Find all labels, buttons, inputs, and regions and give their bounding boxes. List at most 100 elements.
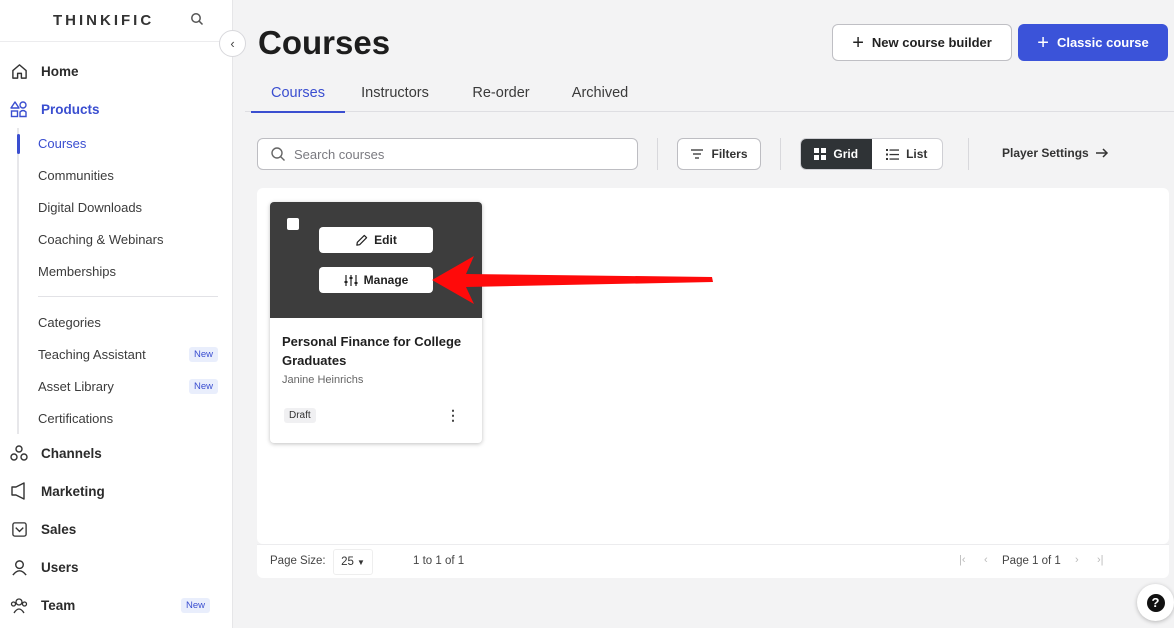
caret-down-icon: ▼ — [356, 557, 365, 567]
sidebar-subitem-courses[interactable]: Courses — [17, 128, 232, 160]
sidebar-subitem-teaching-assistant[interactable]: Teaching Assistant New — [17, 339, 232, 371]
course-card[interactable]: Edit Manage Personal Finance for College… — [270, 202, 482, 443]
button-label: Grid — [833, 147, 859, 161]
page-size-value: 25 — [341, 556, 354, 568]
sidebar-item-label: Marketing — [41, 483, 105, 499]
sidebar-collapse-button[interactable]: ‹ — [219, 30, 246, 57]
sidebar-item-label: Home — [41, 63, 79, 79]
button-label: List — [906, 147, 928, 161]
sidebar-item-channels[interactable]: Channels — [0, 434, 232, 472]
sidebar-item-label: Sales — [41, 521, 77, 537]
sidebar-item-label: Products — [41, 101, 100, 117]
course-select-checkbox[interactable] — [287, 218, 299, 230]
sidebar-item-home[interactable]: Home — [0, 52, 232, 90]
more-options-icon[interactable]: ⋮ — [446, 406, 460, 424]
view-toggle: Grid List — [800, 138, 943, 170]
sidebar-item-label: Users — [41, 559, 79, 575]
new-badge: New — [188, 378, 218, 394]
home-icon — [10, 62, 28, 80]
arrow-right-icon — [1095, 148, 1108, 158]
page-size-label: Page Size: — [270, 555, 326, 567]
user-icon — [10, 558, 28, 576]
sidebar-subitem-communities[interactable]: Communities — [17, 160, 232, 192]
sidebar-subitem-label: Asset Library — [38, 378, 114, 394]
sidebar-subitem-categories[interactable]: Categories — [17, 307, 232, 339]
pagination-bar: Page Size: 25 ▼ 1 to 1 of 1 |‹ ‹ Page 1 … — [257, 544, 1169, 578]
grid-icon — [814, 148, 827, 160]
classic-course-button[interactable]: + Classic course — [1018, 24, 1168, 61]
sidebar-item-sales[interactable]: Sales — [0, 510, 232, 548]
new-badge: New — [188, 347, 218, 363]
sidebar: THINKIFIC Home Products Courses Communit… — [0, 0, 233, 628]
annotation-arrow — [432, 256, 713, 304]
marketing-icon — [10, 482, 28, 500]
plus-icon: + — [1037, 31, 1049, 54]
page-info: Page 1 of 1 — [1002, 555, 1061, 567]
course-title[interactable]: Personal Finance for College Graduates — [282, 332, 472, 370]
sidebar-subitem-memberships[interactable]: Memberships — [17, 255, 232, 287]
button-label: Edit — [374, 233, 397, 247]
pencil-icon — [356, 234, 368, 246]
brand-header: THINKIFIC — [0, 0, 232, 42]
sidebar-item-label: Channels — [41, 445, 102, 461]
tab-re-order[interactable]: Re-order — [459, 74, 543, 112]
brand-logo: THINKIFIC — [53, 12, 155, 29]
search-icon[interactable] — [190, 12, 204, 26]
new-badge: New — [181, 597, 211, 613]
first-page-icon[interactable]: |‹ — [959, 554, 966, 566]
status-badge: Draft — [284, 408, 316, 423]
sidebar-subitem-label: Teaching Assistant — [38, 347, 146, 363]
team-icon — [10, 596, 28, 614]
manage-button[interactable]: Manage — [319, 267, 433, 293]
sidebar-item-label: Team — [41, 597, 76, 613]
products-subnav: Courses Communities Digital Downloads Co… — [17, 128, 232, 435]
page-size-select[interactable]: 25 ▼ — [333, 549, 373, 575]
toolbar-divider — [780, 138, 781, 170]
course-author: Janine Heinrichs — [282, 374, 364, 386]
button-label: Classic course — [1056, 35, 1149, 50]
subnav-divider — [17, 287, 232, 307]
chevron-left-icon: ‹ — [230, 36, 235, 51]
sidebar-subitem-asset-library[interactable]: Asset Library New — [17, 371, 232, 403]
button-label: New course builder — [871, 35, 992, 50]
tab-instructors[interactable]: Instructors — [348, 74, 442, 112]
new-course-builder-button[interactable]: + New course builder — [832, 24, 1012, 61]
plus-icon: + — [852, 31, 864, 54]
prev-page-icon[interactable]: ‹ — [984, 554, 988, 566]
list-view-button[interactable]: List — [872, 139, 943, 169]
sidebar-item-users[interactable]: Users — [0, 548, 232, 586]
sidebar-item-products[interactable]: Products — [0, 90, 232, 128]
record-range: 1 to 1 of 1 — [413, 555, 465, 567]
toolbar-divider — [657, 138, 658, 170]
next-page-icon[interactable]: › — [1075, 554, 1079, 566]
question-icon: ? — [1146, 593, 1165, 612]
sidebar-subitem-digital-downloads[interactable]: Digital Downloads — [17, 192, 232, 224]
edit-button[interactable]: Edit — [319, 227, 433, 253]
filters-button[interactable]: Filters — [677, 138, 761, 170]
button-label: Manage — [363, 273, 409, 287]
page-title: Courses — [258, 24, 391, 61]
search-input[interactable] — [294, 146, 614, 162]
sidebar-subitem-certifications[interactable]: Certifications — [17, 402, 232, 434]
button-label: Filters — [711, 147, 748, 161]
channels-icon — [10, 444, 28, 462]
grid-view-button[interactable]: Grid — [801, 139, 872, 169]
tab-bar: Courses Instructors Re-order Archived — [245, 74, 1174, 113]
search-box[interactable] — [257, 138, 638, 170]
link-label: Player Settings — [1002, 146, 1089, 160]
toolbar-divider — [968, 138, 969, 170]
sales-icon — [10, 520, 28, 538]
tab-courses[interactable]: Courses — [251, 74, 345, 113]
tab-archived[interactable]: Archived — [558, 74, 642, 112]
list-icon — [886, 148, 900, 160]
last-page-icon[interactable]: ›| — [1097, 554, 1104, 566]
products-icon — [10, 100, 28, 118]
sidebar-item-team[interactable]: Team New — [0, 586, 232, 624]
player-settings-link[interactable]: Player Settings — [1002, 146, 1109, 160]
filter-icon — [691, 149, 704, 159]
sidebar-item-marketing[interactable]: Marketing — [0, 472, 232, 510]
sidebar-subitem-coaching-webinars[interactable]: Coaching & Webinars — [17, 223, 232, 255]
sliders-icon — [344, 274, 358, 286]
help-button[interactable]: ? — [1137, 584, 1174, 621]
search-icon — [271, 147, 285, 161]
